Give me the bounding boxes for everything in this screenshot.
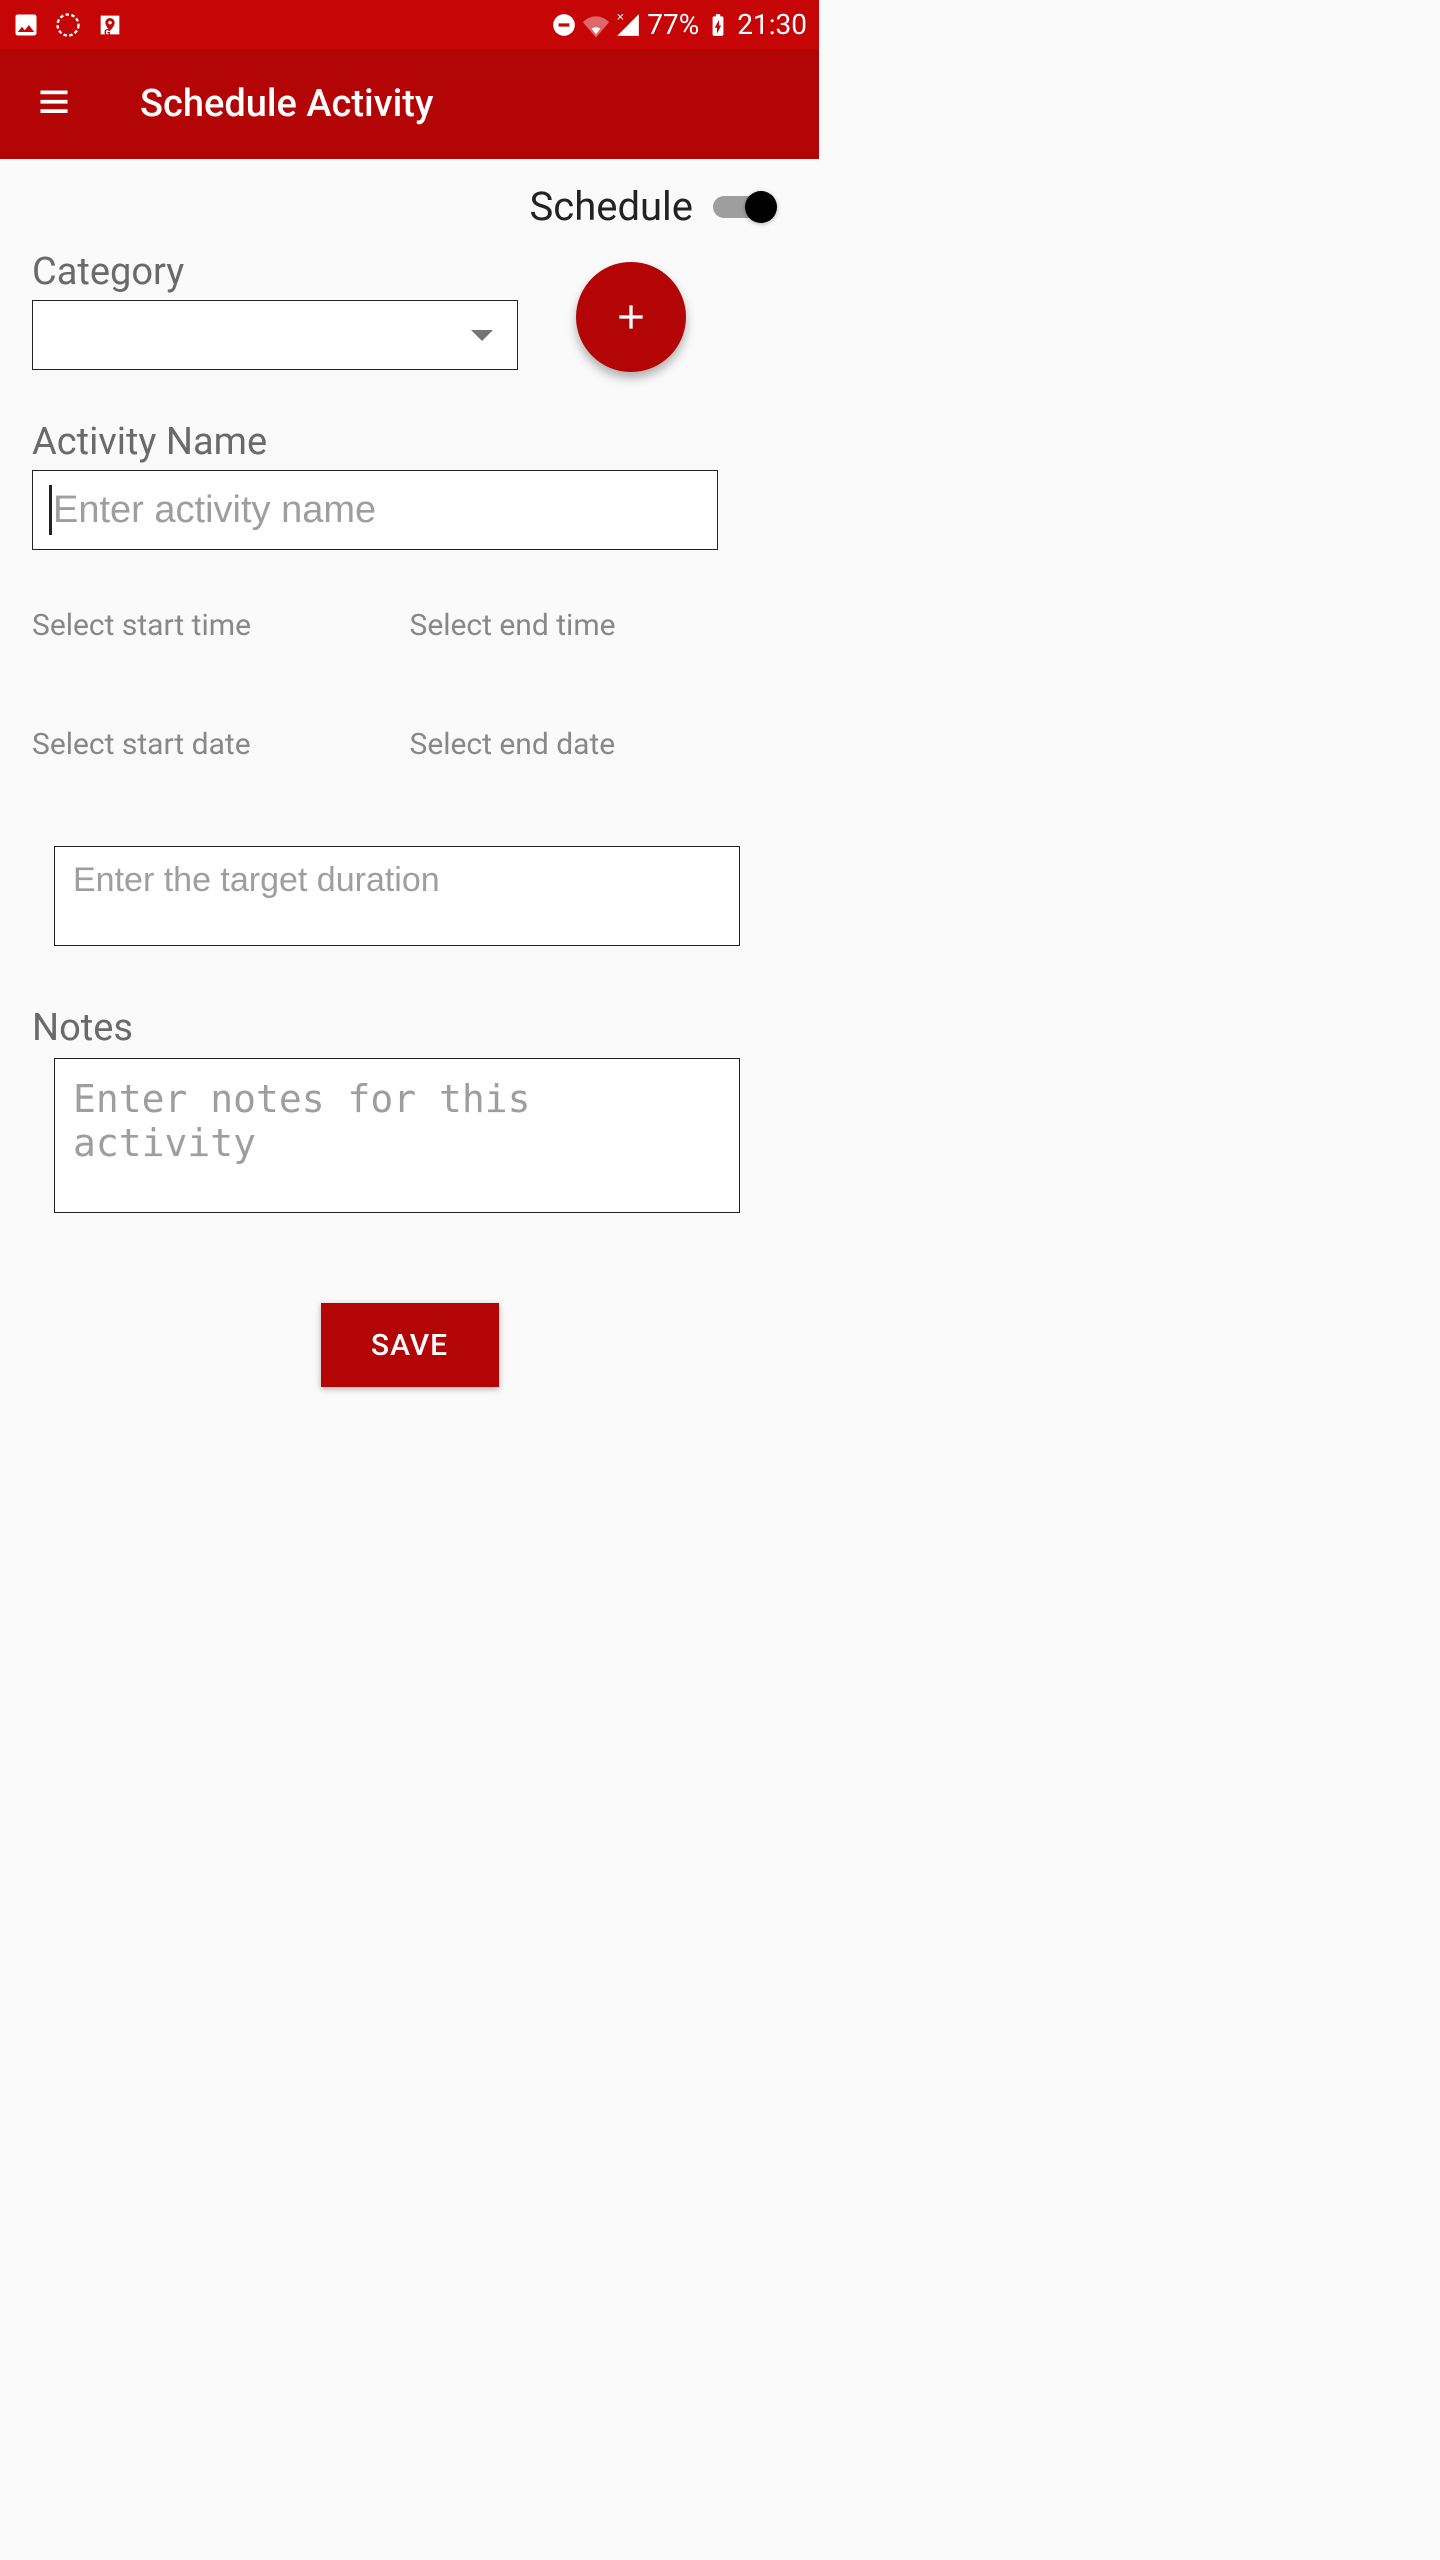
activity-name-label: Activity Name [32,420,787,464]
save-button[interactable]: SAVE [321,1303,499,1387]
app-bar: Schedule Activity [0,49,819,159]
battery-percent: 77% [647,8,699,41]
start-date-button[interactable]: Select start date [32,727,410,762]
category-dropdown[interactable] [32,300,518,370]
time-row: Select start time Select end time [32,608,787,643]
date-row: Select start date Select end date [32,727,787,762]
clock-time: 21:30 [737,8,807,41]
end-time-button[interactable]: Select end time [410,608,788,643]
duration-input[interactable] [73,861,721,900]
signal-icon: ✕ [615,12,641,38]
spinner-icon [54,11,82,39]
battery-charging-icon [705,12,731,38]
notes-textarea-wrapper [54,1058,740,1213]
activity-name-input-wrapper [32,470,718,550]
status-left-icons: G [12,11,124,39]
location-badge-icon: G [96,11,124,39]
duration-input-wrapper [54,846,740,946]
page-title: Schedule Activity [140,82,434,126]
svg-text:G: G [104,27,110,38]
chevron-down-icon [471,330,493,341]
schedule-toggle-label: Schedule [530,183,693,230]
category-label: Category [32,250,520,294]
svg-text:✕: ✕ [616,12,624,23]
status-bar: G ✕ 77% 21:30 [0,0,819,49]
dnd-icon [551,12,577,38]
notes-group: Notes [32,1006,787,1213]
add-category-button[interactable] [576,262,686,372]
end-date-button[interactable]: Select end date [410,727,788,762]
schedule-toggle[interactable] [711,193,777,221]
text-cursor [49,485,52,535]
activity-name-group: Activity Name [32,420,787,550]
activity-name-input[interactable] [49,471,701,549]
toggle-thumb [745,191,777,223]
notes-textarea[interactable] [73,1077,721,1194]
image-icon [12,11,40,39]
wifi-icon [583,12,609,38]
plus-icon [611,297,651,337]
hamburger-menu-icon[interactable] [36,86,72,122]
notes-label: Notes [32,1006,787,1050]
category-group: Category [32,250,520,370]
schedule-toggle-row: Schedule [32,183,787,230]
start-time-button[interactable]: Select start time [32,608,410,643]
content-area: Schedule Category Activity Name Select s… [0,159,819,1411]
category-row: Category [32,250,787,372]
status-right: ✕ 77% 21:30 [551,8,807,41]
